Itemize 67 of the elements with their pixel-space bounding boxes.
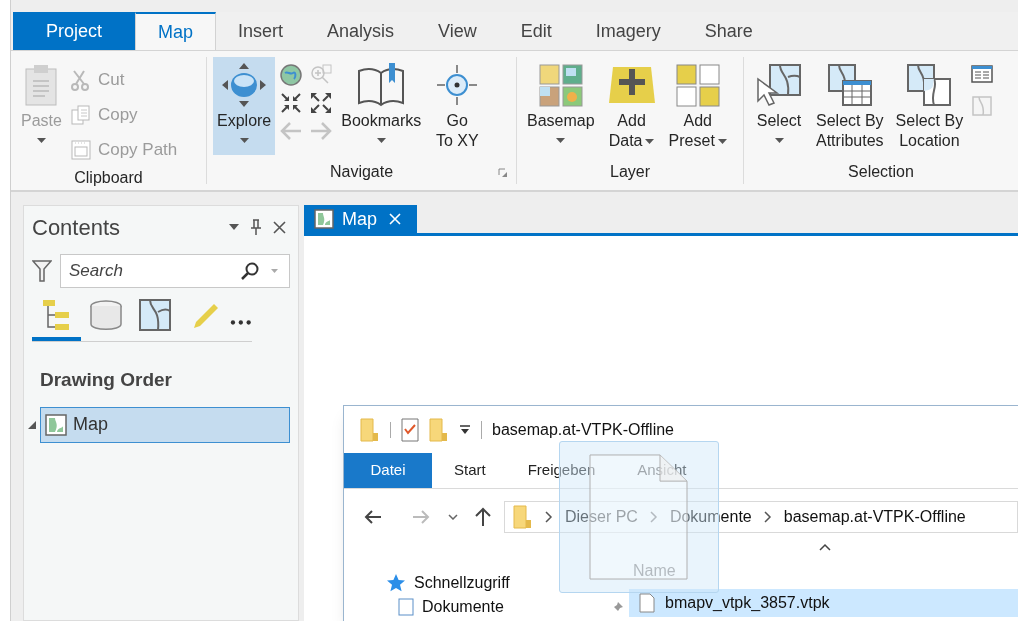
book-icon	[356, 63, 407, 107]
nav-item[interactable]: Dokumente	[398, 595, 624, 619]
ribbon-tab[interactable]: Start	[434, 453, 506, 488]
tree-item[interactable]: Map	[40, 406, 290, 443]
file-icon	[639, 593, 655, 613]
dropdown-icon[interactable]	[459, 424, 471, 435]
properties-icon[interactable]	[401, 417, 419, 442]
caret-icon[interactable]	[448, 514, 458, 520]
select-map-icon	[754, 63, 804, 107]
select-by-location-button[interactable]: Select By Location	[891, 57, 968, 155]
document-icon	[398, 598, 414, 616]
globe-icon[interactable]	[279, 63, 304, 87]
chevron-icon	[545, 511, 553, 523]
address-bar[interactable]: Dieser PC Dokumente basemap.at-VTPK-Offline	[504, 501, 1018, 533]
layer-tree-icon[interactable]	[32, 298, 82, 341]
add-preset-button[interactable]: Add Preset	[664, 57, 731, 155]
copy-icon	[69, 103, 92, 126]
map-icon	[45, 413, 67, 436]
select-button[interactable]: Select	[750, 57, 808, 155]
pane-title: Contents	[32, 213, 122, 242]
group-label: Selection	[848, 162, 914, 182]
add-data-button[interactable]: Add Data	[602, 57, 661, 155]
group-label: Clipboard	[74, 168, 143, 188]
close-icon[interactable]	[273, 220, 286, 234]
search-icon	[240, 261, 260, 281]
map-icon	[314, 209, 334, 229]
section-heading: Drawing Order	[40, 368, 173, 392]
sort-caret-icon	[819, 543, 831, 551]
filter-icon[interactable]	[32, 259, 52, 283]
ribbon-tab[interactable]: Map	[135, 12, 216, 50]
select-by-attributes-button[interactable]: Select By Attributes	[812, 57, 888, 155]
ribbon-tab[interactable]: Project	[13, 12, 135, 50]
ribbon-tab[interactable]: Edit	[498, 12, 574, 50]
expander-icon[interactable]	[28, 420, 36, 429]
map-tab[interactable]: Map	[304, 205, 417, 233]
back-arrow-icon[interactable]	[364, 509, 382, 525]
more-icon[interactable]	[230, 320, 252, 325]
window-title: basemap.at-VTPK-Offline	[492, 419, 674, 440]
clipboard-icon	[24, 63, 59, 107]
basemap-button[interactable]: Basemap	[523, 57, 599, 155]
star-icon	[386, 573, 406, 593]
ribbon-tab[interactable]: Analysis	[305, 12, 417, 50]
chevron-icon	[649, 511, 658, 523]
ribbon-tab[interactable]: View	[416, 12, 499, 50]
ribbon-tab[interactable]: Imagery	[573, 12, 683, 50]
nav-item[interactable]: Schnellzugriff	[386, 571, 510, 595]
document-path-icon	[69, 138, 92, 161]
chevron-icon	[763, 511, 772, 523]
bookmarks-button[interactable]: Bookmarks	[337, 57, 426, 155]
caret-icon[interactable]	[229, 224, 239, 230]
fixed-zoom-in-icon[interactable]	[279, 91, 304, 115]
go-to-xy-button[interactable]: Go To XY	[429, 57, 486, 155]
up-arrow-icon[interactable]	[474, 507, 492, 527]
dialog-launcher-icon[interactable]	[498, 168, 508, 178]
fixed-zoom-out-icon[interactable]	[309, 91, 334, 115]
file-row[interactable]: bmapv_vtpk_3857.vtpk	[629, 589, 1018, 617]
explore-button[interactable]: Explore	[213, 57, 276, 155]
scissors-icon	[69, 68, 92, 91]
ribbon-tab[interactable]: Share	[682, 12, 775, 50]
attribute-table-icon[interactable]	[971, 63, 994, 85]
ribbon-tab[interactable]: Insert	[216, 12, 306, 50]
breadcrumb[interactable]: basemap.at-VTPK-Offline	[783, 505, 966, 529]
search-field[interactable]: Search	[60, 254, 290, 288]
group-label: Layer	[610, 162, 650, 182]
pin-icon[interactable]	[251, 219, 261, 235]
file-tab[interactable]: Datei	[344, 453, 432, 488]
group-label: Navigate	[329, 162, 394, 182]
